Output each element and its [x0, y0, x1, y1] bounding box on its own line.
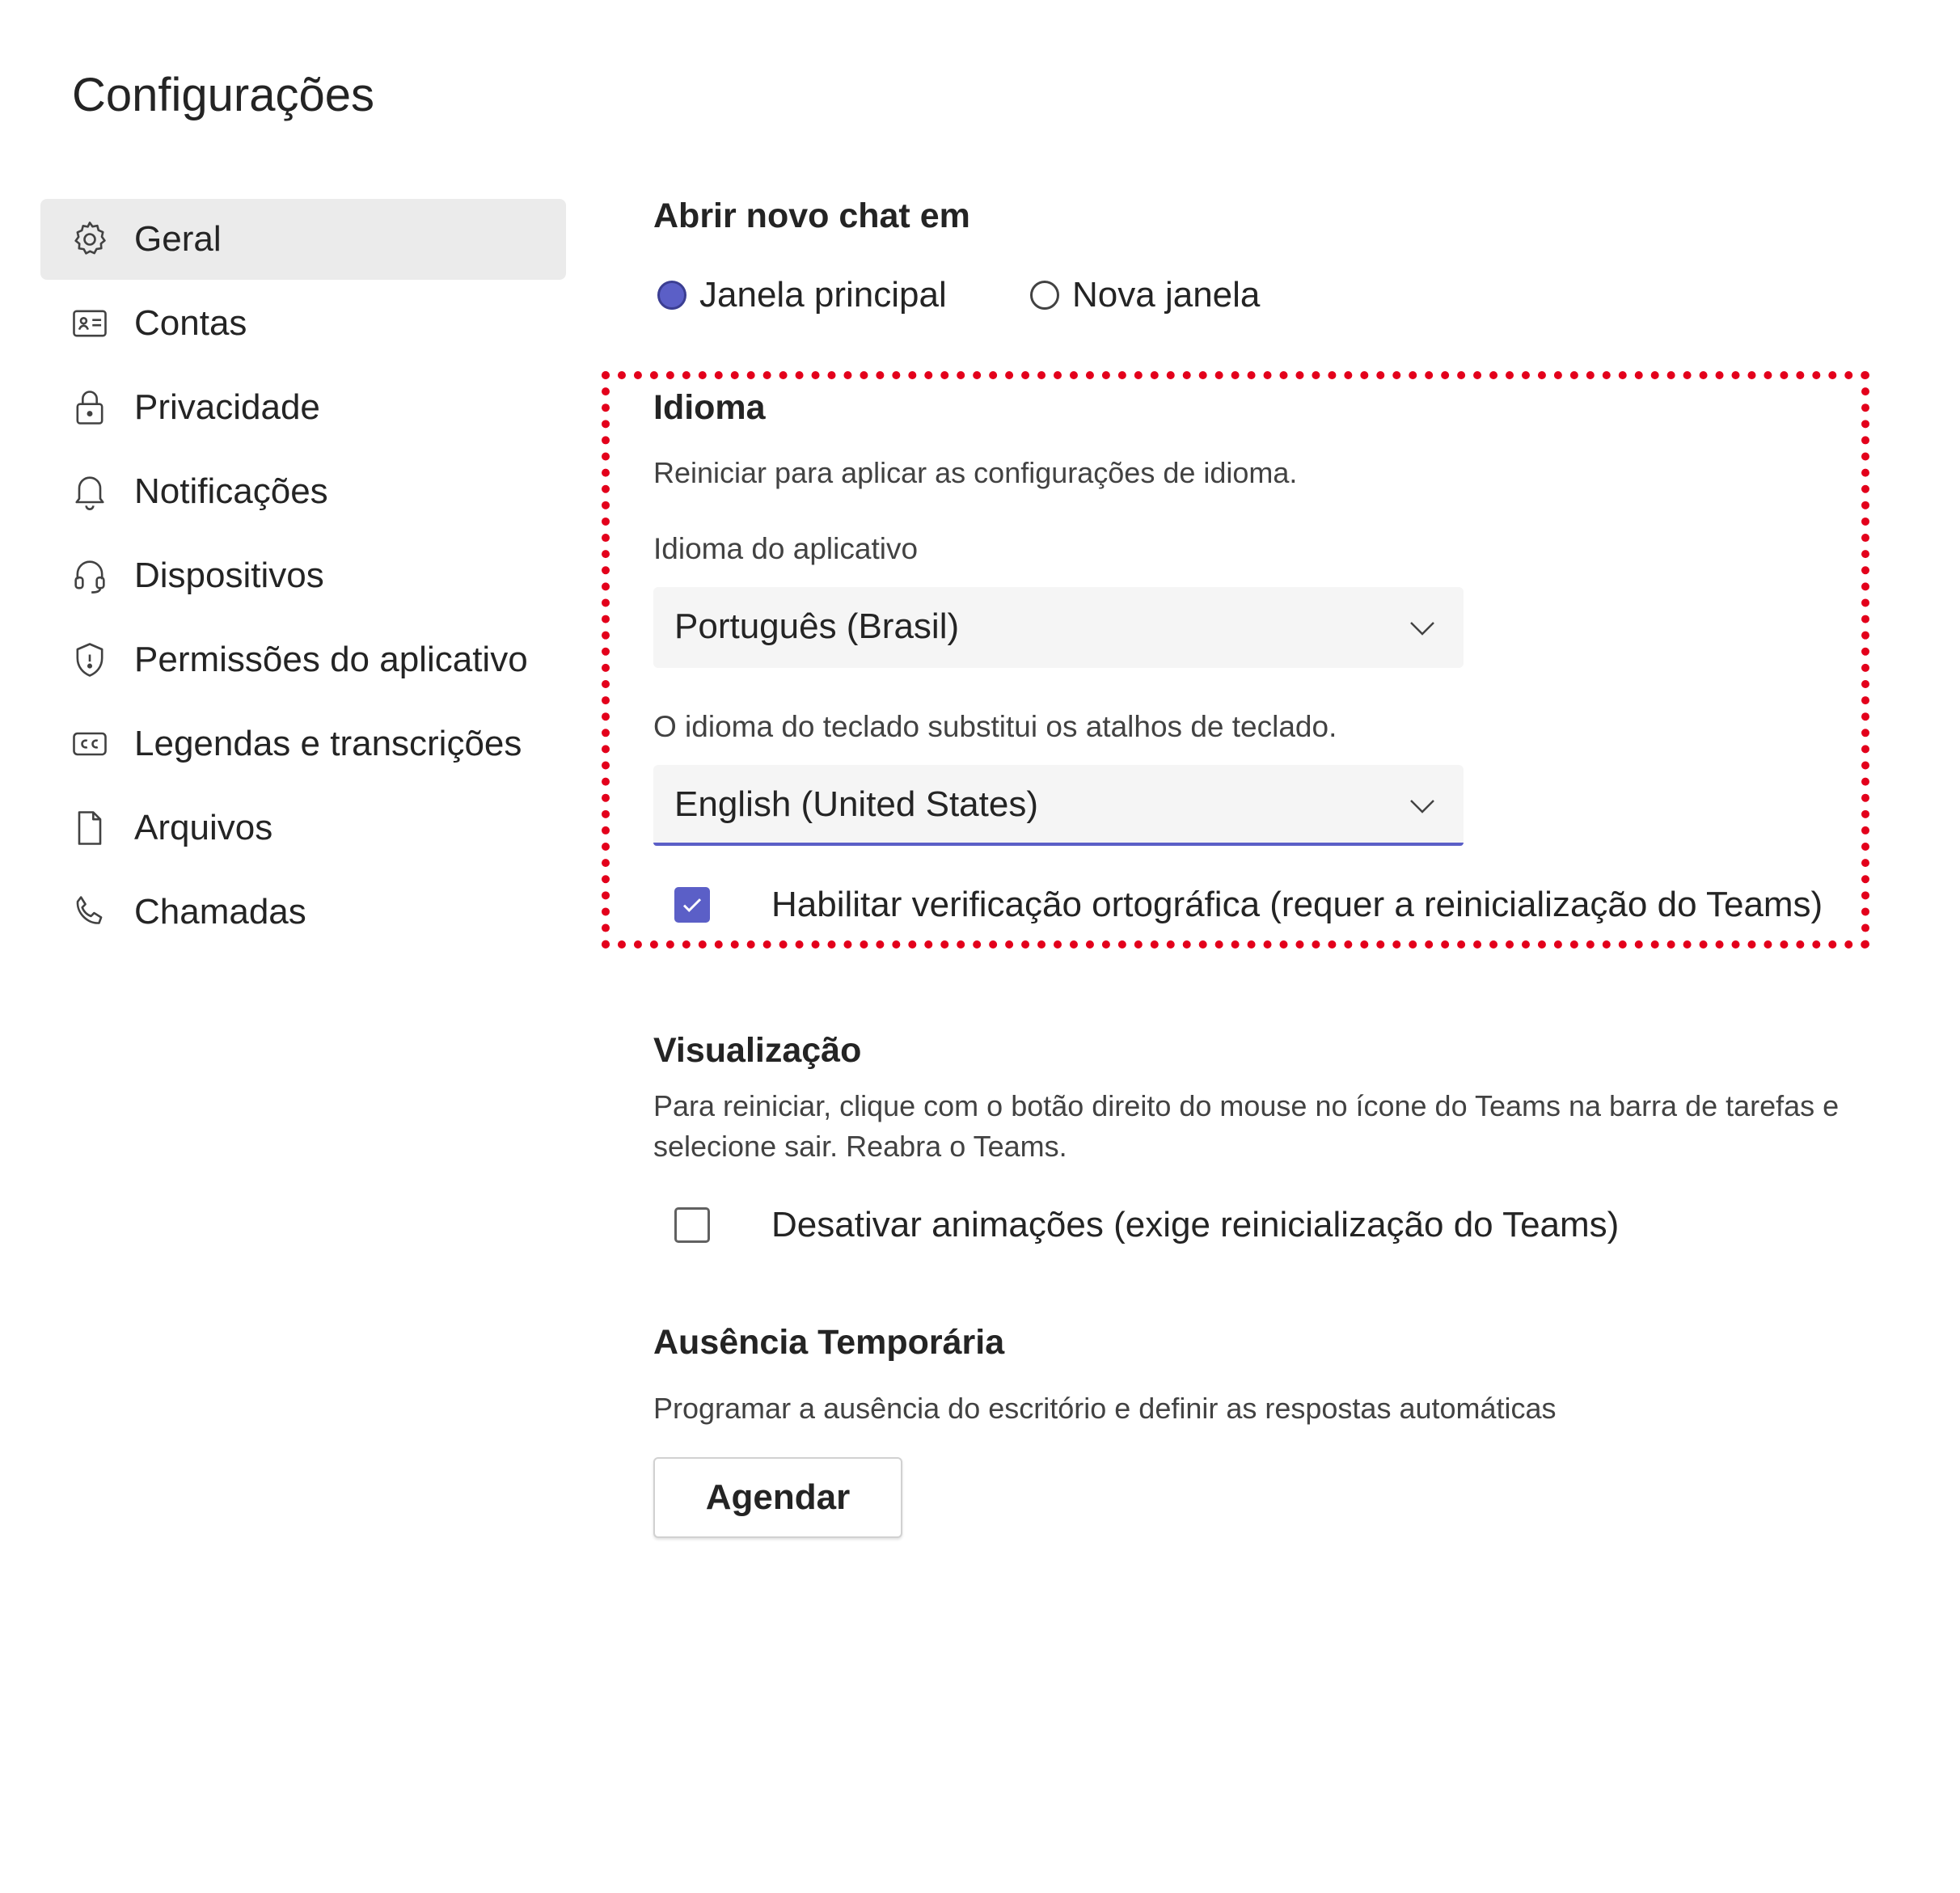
sidebar-item-label: Chamadas [134, 892, 306, 932]
sidebar-item-legendas[interactable]: Legendas e transcrições [40, 704, 566, 784]
file-icon [69, 807, 111, 849]
radio-label: Nova janela [1072, 275, 1261, 315]
closed-captions-icon [69, 723, 111, 765]
animations-checkbox-row[interactable]: Desativar animações (exige reinicializaç… [674, 1205, 1619, 1245]
sidebar-item-label: Contas [134, 303, 247, 343]
chevron-down-icon [1410, 622, 1434, 636]
sidebar-item-label: Dispositivos [134, 556, 324, 595]
checkbox-label: Habilitar verificação ortográfica (reque… [771, 885, 1823, 924]
settings-content: Abrir novo chat em Janela principal Nova… [653, 0, 1939, 1893]
headset-icon [69, 555, 111, 597]
sidebar-item-label: Arquivos [134, 808, 273, 847]
sidebar-item-label: Notificações [134, 471, 328, 511]
radio-janela-principal[interactable]: Janela principal [657, 275, 947, 315]
keyboard-language-select[interactable]: English (United States) [653, 765, 1464, 846]
sidebar-item-label: Legendas e transcrições [134, 724, 522, 763]
lock-icon [69, 387, 111, 429]
sidebar-item-contas[interactable]: Contas [40, 283, 566, 364]
language-heading: Idioma [653, 388, 766, 427]
app-language-label: Idioma do aplicativo [653, 532, 919, 565]
sidebar-item-label: Permissões do aplicativo [134, 640, 528, 679]
radio-label: Janela principal [699, 275, 947, 315]
settings-sidebar: Geral Contas Privacidade Notificações Di… [40, 199, 566, 956]
select-value: English (United States) [674, 784, 1038, 824]
away-description: Programar a ausência do escritório e def… [653, 1392, 1557, 1425]
sidebar-item-permissoes[interactable]: Permissões do aplicativo [40, 619, 566, 700]
sidebar-item-privacidade[interactable]: Privacidade [40, 367, 566, 448]
sidebar-item-geral[interactable]: Geral [40, 199, 566, 280]
phone-icon [69, 891, 111, 933]
away-heading: Ausência Temporária [653, 1323, 1005, 1362]
chevron-down-icon [1410, 800, 1434, 813]
page-title: Configurações [72, 69, 374, 121]
sidebar-item-label: Geral [134, 219, 222, 259]
sidebar-item-label: Privacidade [134, 387, 320, 427]
radio-nova-janela[interactable]: Nova janela [1030, 275, 1260, 315]
bell-icon [69, 471, 111, 513]
gear-icon [69, 218, 111, 260]
open-chat-heading: Abrir novo chat em [653, 196, 970, 235]
display-description: Para reiniciar, clique com o botão direi… [653, 1089, 1840, 1163]
sidebar-item-chamadas[interactable]: Chamadas [40, 872, 566, 953]
settings-window: Configurações Geral Contas Privacidade N… [0, 0, 1960, 1893]
display-heading: Visualização [653, 1031, 862, 1070]
shield-icon [69, 639, 111, 681]
sidebar-item-arquivos[interactable]: Arquivos [40, 788, 566, 868]
app-language-select[interactable]: Português (Brasil) [653, 587, 1464, 668]
radio-button-selected[interactable] [657, 281, 686, 310]
keyboard-language-label: O idioma do teclado substitui os atalhos… [653, 710, 1337, 743]
radio-button[interactable] [1030, 281, 1059, 310]
language-description: Reiniciar para aplicar as configurações … [653, 456, 1298, 489]
spellcheck-checkbox-row[interactable]: Habilitar verificação ortográfica (reque… [674, 885, 1823, 925]
animations-checkbox[interactable] [674, 1207, 710, 1243]
schedule-button[interactable]: Agendar [653, 1457, 902, 1538]
sidebar-item-notificacoes[interactable]: Notificações [40, 451, 566, 532]
sidebar-item-dispositivos[interactable]: Dispositivos [40, 535, 566, 616]
checkbox-label: Desativar animações (exige reinicializaç… [771, 1205, 1620, 1244]
spellcheck-checkbox[interactable] [674, 887, 710, 923]
select-value: Português (Brasil) [674, 606, 960, 646]
checkmark-icon [682, 898, 702, 912]
id-card-icon [69, 302, 111, 344]
